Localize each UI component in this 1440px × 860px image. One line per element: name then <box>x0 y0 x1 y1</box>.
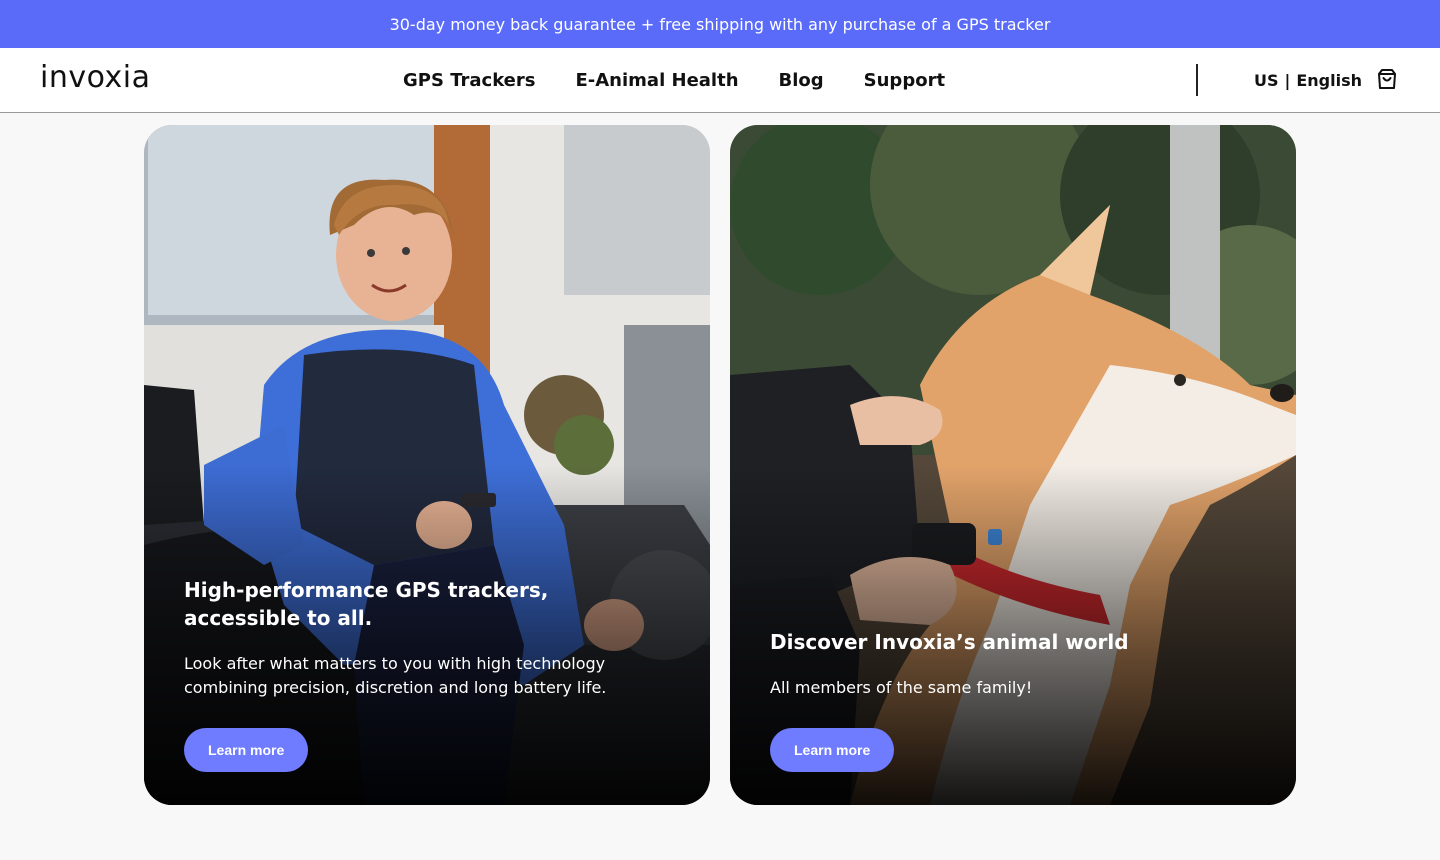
shopping-bag-icon[interactable] <box>1376 68 1398 90</box>
card-title: Discover Invoxia’s animal world <box>770 630 1129 654</box>
region-label: US <box>1254 70 1279 90</box>
language-separator: | <box>1284 70 1291 90</box>
nav-blog[interactable]: Blog <box>779 70 824 91</box>
card-content: Discover Invoxia’s animal world All memb… <box>770 628 1256 772</box>
card-gps-trackers[interactable]: High-performance GPS trackers, accessibl… <box>144 125 710 805</box>
card-description: Look after what matters to you with high… <box>184 654 607 697</box>
promo-text: 30-day money back guarantee + free shipp… <box>389 14 1051 34</box>
card-animal-world[interactable]: Discover Invoxia’s animal world All memb… <box>730 125 1296 805</box>
language-label: English <box>1296 70 1363 90</box>
learn-more-button[interactable]: Learn more <box>184 728 309 772</box>
learn-more-button[interactable]: Learn more <box>770 728 895 772</box>
hero-cards: High-performance GPS trackers, accessibl… <box>144 125 1296 805</box>
card-content: High-performance GPS trackers, accessibl… <box>184 576 670 772</box>
header-divider <box>1196 64 1198 96</box>
nav-gps-trackers[interactable]: GPS Trackers <box>403 70 535 91</box>
logo[interactable]: invoxia <box>40 60 151 95</box>
promo-banner: 30-day money back guarantee + free shipp… <box>0 0 1440 48</box>
site-header: invoxia GPS Trackers E-Animal Health Blo… <box>0 48 1440 113</box>
nav-e-animal-health[interactable]: E-Animal Health <box>575 70 738 91</box>
card-title: High-performance GPS trackers, accessibl… <box>184 578 549 630</box>
nav-support[interactable]: Support <box>864 70 945 91</box>
main-nav: GPS Trackers E-Animal Health Blog Suppor… <box>403 48 985 112</box>
card-description: All members of the same family! <box>770 678 1033 697</box>
language-selector[interactable]: US | English <box>1254 48 1362 112</box>
